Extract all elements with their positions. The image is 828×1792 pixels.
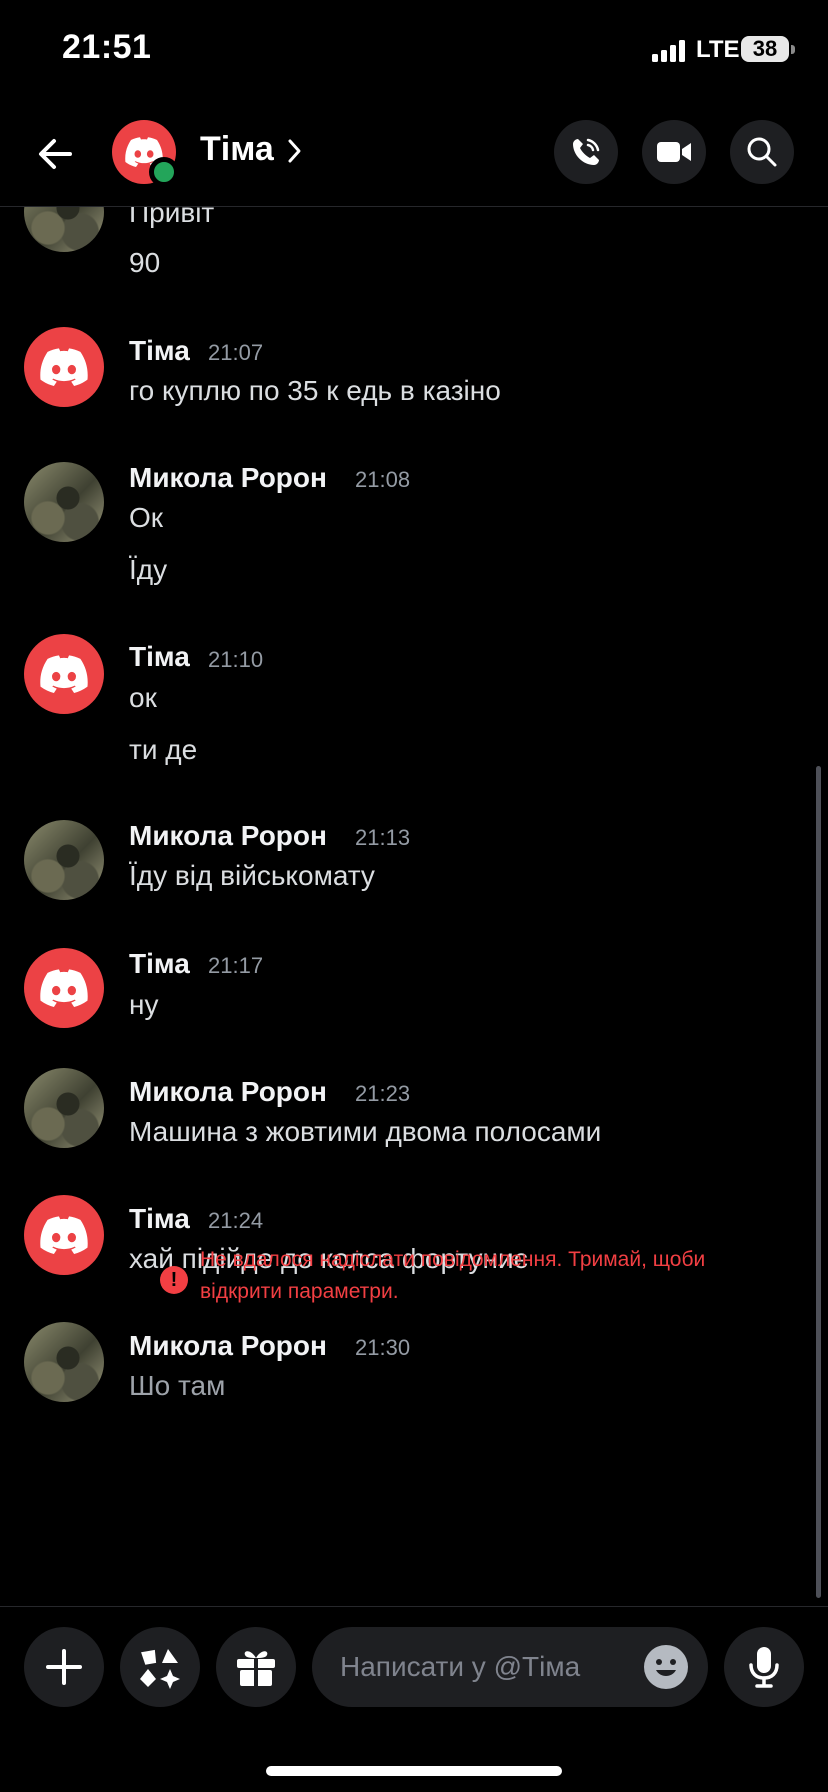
error-text-line: Не вдалося надіслати повідомлення. Трима… xyxy=(200,1248,706,1271)
message-text: Привіт xyxy=(129,207,215,228)
emoji-icon xyxy=(656,1659,676,1676)
avatar[interactable] xyxy=(24,1195,104,1275)
message-timestamp: 21:30 xyxy=(355,1335,411,1360)
video-call-button[interactable] xyxy=(642,120,706,184)
attach-button[interactable] xyxy=(24,1627,104,1707)
scrollbar[interactable] xyxy=(816,766,821,1598)
message-text: Машина з жовтими двома полосами xyxy=(129,1116,602,1147)
message-list[interactable]: Привіт 90 Тіма 21:07 го куплю по 35 к ед… xyxy=(0,207,828,1607)
avatar[interactable] xyxy=(24,207,104,252)
message-text: 90 xyxy=(129,247,161,278)
message-text: Ок xyxy=(129,502,164,533)
error-icon: ! xyxy=(160,1266,188,1294)
discord-logo-icon xyxy=(40,969,88,1007)
gift-icon xyxy=(237,1651,275,1686)
message-timestamp: 21:08 xyxy=(355,467,411,492)
network-type: LTE xyxy=(696,36,740,63)
avatar[interactable] xyxy=(24,948,104,1028)
discord-logo-icon xyxy=(40,655,88,693)
home-indicator[interactable] xyxy=(266,1766,562,1776)
message-input-container xyxy=(312,1627,708,1707)
message-author[interactable]: Тіма xyxy=(129,335,190,367)
back-arrow-icon[interactable] xyxy=(30,128,82,180)
message-author[interactable]: Тіма xyxy=(129,1203,190,1235)
avatar[interactable] xyxy=(24,1322,104,1402)
signal-icon xyxy=(652,40,685,62)
message-author[interactable]: Микола Ророн xyxy=(129,462,327,494)
message-text: ок xyxy=(129,682,157,713)
error-text: Не вдалося надіслати повідомлення. Трима… xyxy=(200,1244,780,1308)
message-author[interactable]: Микола Ророн xyxy=(129,820,327,852)
message-timestamp: 21:17 xyxy=(208,953,264,978)
microphone-icon xyxy=(749,1647,779,1688)
chat-title[interactable]: Tіма xyxy=(200,130,274,169)
message-text: ну xyxy=(129,989,159,1020)
avatar[interactable] xyxy=(24,820,104,900)
search-button[interactable] xyxy=(730,120,794,184)
message-text: го куплю по 35 к едь в казіно xyxy=(129,375,501,406)
discord-logo-icon xyxy=(40,348,88,386)
battery-icon: 38 xyxy=(741,36,789,62)
emoji-button[interactable] xyxy=(644,1645,688,1689)
status-bar: 21:51 LTE 38 xyxy=(0,0,828,100)
apps-button[interactable] xyxy=(120,1627,200,1707)
online-status-dot xyxy=(149,157,179,187)
message-text: ти де xyxy=(129,734,198,765)
error-text-line: відкрити параметри. xyxy=(200,1280,399,1303)
message-composer xyxy=(0,1606,828,1792)
discord-logo-icon xyxy=(40,1216,88,1254)
avatar[interactable] xyxy=(24,327,104,407)
message-text-failed[interactable]: Шо там xyxy=(129,1370,225,1402)
plus-icon xyxy=(46,1649,82,1685)
chat-header: Tіма xyxy=(0,100,828,207)
message-timestamp: 21:13 xyxy=(355,825,411,850)
message-author[interactable]: Микола Ророн xyxy=(129,1076,327,1108)
status-time: 21:51 xyxy=(62,28,152,66)
avatar[interactable] xyxy=(24,462,104,542)
message-author[interactable]: Тіма xyxy=(129,948,190,980)
chevron-right-icon[interactable] xyxy=(286,136,304,166)
phone-icon xyxy=(573,138,600,165)
battery-tip xyxy=(791,45,795,54)
message-text: Їду xyxy=(129,554,168,585)
message-timestamp: 21:10 xyxy=(208,647,264,672)
message-timestamp: 21:07 xyxy=(208,340,264,365)
search-icon xyxy=(747,137,777,167)
gift-button[interactable] xyxy=(216,1627,296,1707)
voice-call-button[interactable] xyxy=(554,120,618,184)
message-author[interactable]: Тіма xyxy=(129,641,190,673)
apps-icon xyxy=(140,1649,180,1689)
message-timestamp: 21:24 xyxy=(208,1208,264,1233)
avatar[interactable] xyxy=(24,634,104,714)
message-text: Їду від військомату xyxy=(129,860,375,891)
message-timestamp: 21:23 xyxy=(355,1081,411,1106)
video-camera-icon xyxy=(657,142,691,162)
message-input[interactable] xyxy=(340,1627,630,1707)
message-author[interactable]: Микола Ророн xyxy=(129,1330,327,1362)
avatar[interactable] xyxy=(24,1068,104,1148)
voice-message-button[interactable] xyxy=(724,1627,804,1707)
